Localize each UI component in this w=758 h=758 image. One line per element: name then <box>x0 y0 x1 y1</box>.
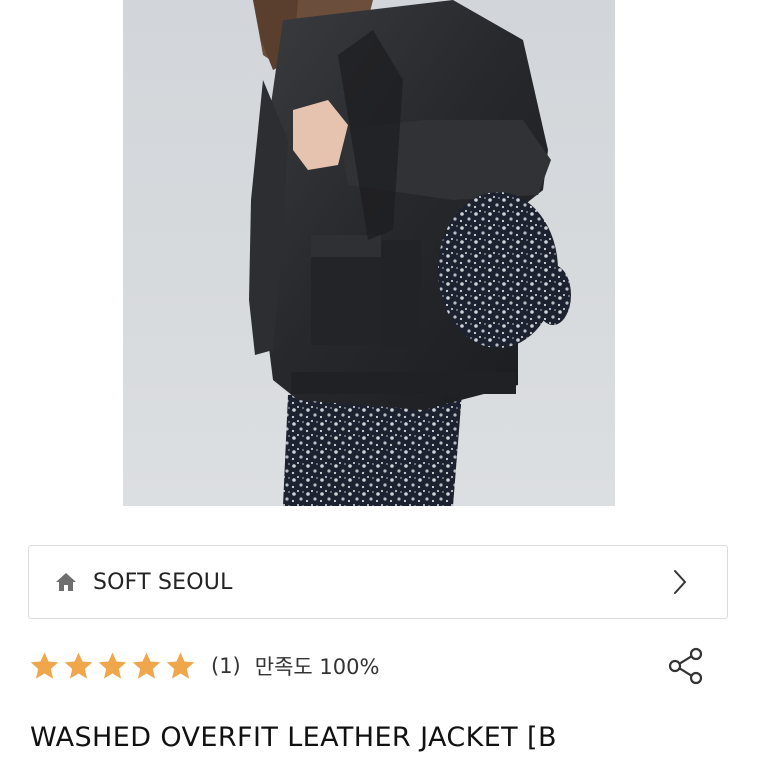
product-title: WASHED OVERFIT LEATHER JACKET [B <box>30 722 557 753</box>
rating-row: (1) 만족도 100% <box>28 646 379 686</box>
product-page: SOFT SEOUL (1) 만족도 100% WASHED OVERFIT L… <box>0 0 758 758</box>
home-icon <box>55 571 77 593</box>
store-link[interactable]: SOFT SEOUL <box>28 545 728 619</box>
star-icon <box>98 651 127 679</box>
chevron-right-icon <box>673 567 691 597</box>
share-icon[interactable] <box>664 644 708 688</box>
star-rating <box>28 650 197 683</box>
star-icon <box>64 651 93 679</box>
product-image[interactable] <box>123 0 615 506</box>
star-icon <box>166 651 195 679</box>
review-count[interactable]: (1) <box>211 654 241 678</box>
store-name: SOFT SEOUL <box>93 569 233 595</box>
star-icon <box>132 651 161 679</box>
star-icon <box>30 651 59 679</box>
satisfaction-rate: 만족도 100% <box>254 655 380 679</box>
